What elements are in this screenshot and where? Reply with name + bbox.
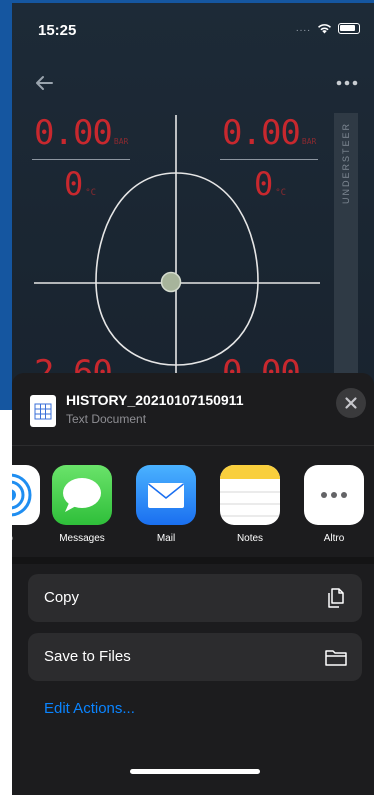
status-time: 15:25	[38, 22, 77, 39]
save-to-files-label: Save to Files	[44, 648, 131, 665]
divider-left	[32, 159, 130, 160]
close-icon[interactable]	[336, 388, 366, 418]
edit-actions-link[interactable]: Edit Actions...	[44, 700, 135, 717]
back-arrow-icon[interactable]	[30, 69, 58, 97]
more-options-icon[interactable]	[332, 71, 362, 95]
phone-screen: 15:25 .... 0.00 BAR 0 °C 0.00 BAR 0 °C U…	[12, 3, 374, 795]
actions-divider	[12, 557, 374, 564]
temp-front-left: 0 °C	[64, 165, 97, 203]
more-icon	[304, 465, 364, 525]
sheet-divider	[12, 445, 374, 446]
position-dot	[160, 271, 182, 293]
pressure-front-left: 0.00 BAR	[34, 113, 129, 153]
wifi-icon	[318, 24, 331, 34]
folder-icon	[325, 650, 347, 666]
share-app-more[interactable]: Altro	[298, 465, 370, 544]
status-bar: 15:25 ....	[12, 3, 374, 53]
understeer-label: UNDERSTEER	[341, 121, 352, 205]
share-app-label: p	[12, 533, 46, 544]
battery-icon	[338, 23, 360, 34]
home-indicator[interactable]	[130, 769, 260, 774]
share-sheet: HISTORY_20210107150911 Text Document p	[12, 373, 374, 795]
share-app-airdrop[interactable]: p	[12, 465, 46, 544]
understeer-indicator: UNDERSTEER	[334, 113, 358, 393]
share-app-messages[interactable]: Messages	[46, 465, 118, 544]
tire-gauge: 0.00BAR 0°C 0.00BAR 0°C 2.60 0.00 UNDERS…	[12, 103, 374, 393]
divider-right	[220, 159, 318, 160]
share-app-mail[interactable]: Mail	[130, 465, 202, 544]
text-document-icon	[30, 395, 56, 427]
share-app-label: Mail	[156, 533, 176, 544]
notes-icon	[220, 465, 280, 525]
share-app-label: Altro	[323, 533, 345, 544]
pressure-front-right: 0.00 BAR	[222, 113, 317, 153]
share-app-notes[interactable]: Notes	[214, 465, 286, 544]
copy-action-label: Copy	[44, 589, 80, 606]
file-name: HISTORY_20210107150911	[66, 392, 244, 408]
messages-icon	[52, 465, 112, 525]
share-app-label: Messages	[59, 533, 105, 544]
airdrop-icon	[12, 465, 40, 525]
mail-icon	[136, 465, 196, 525]
status-icons: ....	[296, 23, 360, 34]
file-type: Text Document	[66, 412, 147, 426]
save-to-files-action[interactable]: Save to Files	[28, 633, 362, 681]
copy-action[interactable]: Copy	[28, 574, 362, 622]
signal-icon: ....	[295, 23, 311, 34]
share-app-label: Notes	[236, 533, 264, 544]
copy-icon	[328, 588, 344, 608]
temp-front-right: 0 °C	[254, 165, 287, 203]
